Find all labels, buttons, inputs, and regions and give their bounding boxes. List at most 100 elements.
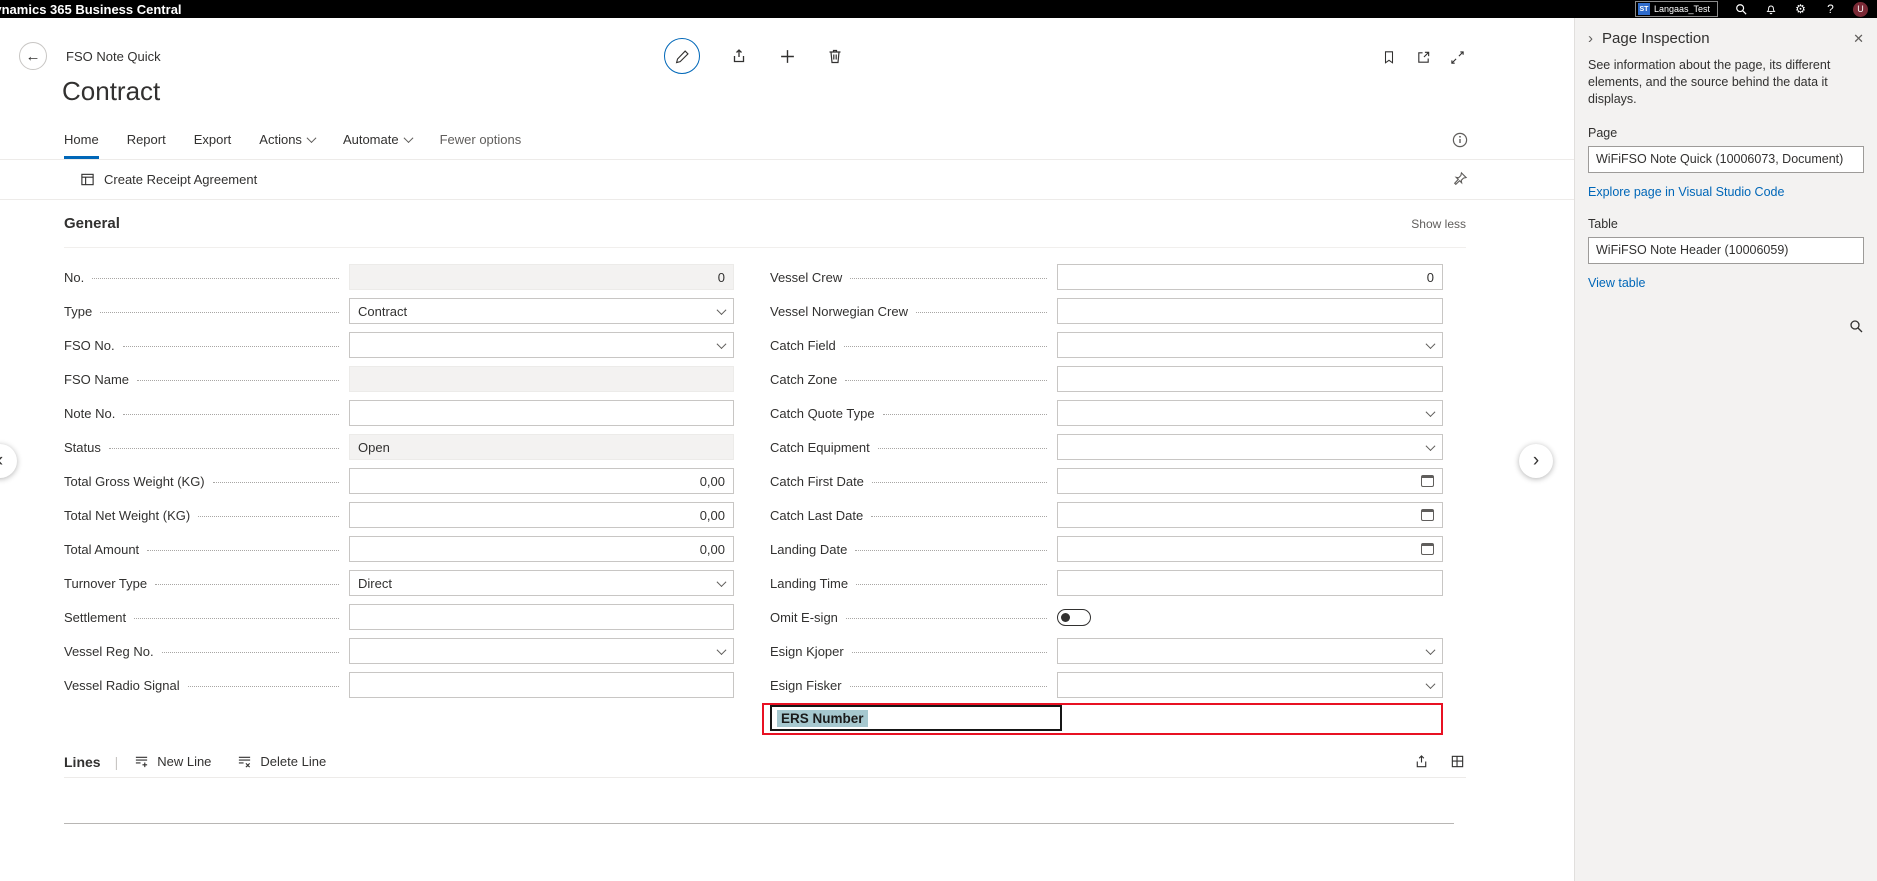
settings-gear-icon[interactable]: ⚙ <box>1793 2 1808 17</box>
chevron-down-icon[interactable] <box>717 305 727 315</box>
calendar-icon[interactable] <box>1421 475 1434 487</box>
settlement-field[interactable] <box>349 604 734 630</box>
view-table-link[interactable]: View table <box>1588 276 1864 290</box>
form-row-turnover-type: Turnover TypeDirect <box>64 566 734 600</box>
breadcrumb[interactable]: FSO Note Quick <box>66 49 161 64</box>
tab-label: Home <box>64 132 99 147</box>
page-header: ← FSO Note Quick Contract <box>0 18 1574 120</box>
tab-home[interactable]: Home <box>64 120 99 159</box>
fit-to-window-icon[interactable] <box>1448 48 1466 66</box>
open-in-excel-icon[interactable] <box>1448 753 1466 771</box>
vessel-crew-field[interactable]: 0 <box>1057 264 1443 290</box>
edit-button[interactable] <box>664 38 700 74</box>
catch-quote-type-field[interactable] <box>1057 400 1443 426</box>
share-icon[interactable] <box>730 47 748 65</box>
close-icon[interactable]: ✕ <box>1853 31 1864 47</box>
turnover-type-field[interactable]: Direct <box>349 570 734 596</box>
catch-zone-field[interactable] <box>1057 366 1443 392</box>
pin-icon[interactable] <box>1453 171 1468 191</box>
total-amount-field[interactable]: 0,00 <box>349 536 734 562</box>
note-no-field[interactable] <box>349 400 734 426</box>
help-icon[interactable]: ? <box>1823 2 1838 17</box>
tab-actions[interactable]: Actions <box>259 120 315 159</box>
catch-equipment-field[interactable] <box>1057 434 1443 460</box>
tab-fewer-options[interactable]: Fewer options <box>440 120 522 159</box>
user-avatar[interactable]: U <box>1853 2 1868 17</box>
form-row-vessel-reg-no: Vessel Reg No. <box>64 634 734 668</box>
create-receipt-agreement-label: Create Receipt Agreement <box>104 172 257 187</box>
share-icon[interactable] <box>1412 753 1430 771</box>
create-receipt-agreement-button[interactable]: Create Receipt Agreement <box>78 171 257 189</box>
top-app-bar: Dynamics 365 Business Central ST Langaas… <box>0 0 1877 18</box>
vessel-reg-no-field[interactable] <box>349 638 734 664</box>
grid-header-row <box>64 778 1454 824</box>
delete-trash-icon[interactable] <box>826 47 844 65</box>
new-document-plus-icon[interactable] <box>778 47 796 65</box>
tab-automate[interactable]: Automate <box>343 120 412 159</box>
show-less-link[interactable]: Show less <box>1411 217 1466 231</box>
vessel-radio-signal-field[interactable] <box>349 672 734 698</box>
new-line-button[interactable]: New Line <box>132 753 211 771</box>
chevron-down-icon[interactable] <box>1426 441 1436 451</box>
dotted-leader <box>188 686 339 687</box>
field-label: Total Amount <box>64 542 147 557</box>
calendar-icon[interactable] <box>1421 543 1434 555</box>
bookmark-icon[interactable] <box>1380 48 1398 66</box>
chevron-down-icon[interactable] <box>717 645 727 655</box>
field-label: Omit E-sign <box>770 610 846 625</box>
previous-record-button[interactable]: ‹ <box>0 444 17 478</box>
dotted-leader <box>850 278 1047 279</box>
notifications-bell-icon[interactable] <box>1763 2 1778 17</box>
header-right-icons <box>1380 48 1466 66</box>
landing-time-field[interactable] <box>1057 570 1443 596</box>
chevron-down-icon[interactable] <box>1426 645 1436 655</box>
tab-label: Fewer options <box>440 132 522 147</box>
form-row-no: No.0 <box>64 260 734 294</box>
dotted-leader <box>100 312 339 313</box>
open-in-new-window-icon[interactable] <box>1414 48 1432 66</box>
landing-date-field[interactable] <box>1057 536 1443 562</box>
pencil-icon <box>675 49 690 64</box>
form-row-catch-first-date: Catch First Date <box>770 464 1443 498</box>
total-gross-weight-kg-field[interactable]: 0,00 <box>349 468 734 494</box>
dotted-leader <box>883 414 1047 415</box>
search-icon[interactable] <box>1848 318 1864 334</box>
collapse-panel-chevron-icon[interactable]: › <box>1588 30 1593 47</box>
fso-no-field[interactable] <box>349 332 734 358</box>
next-record-button[interactable]: › <box>1519 444 1553 478</box>
tab-export[interactable]: Export <box>194 120 232 159</box>
omit-e-sign-toggle[interactable] <box>1057 609 1091 626</box>
esign-fisker-field[interactable] <box>1057 672 1443 698</box>
chevron-down-icon[interactable] <box>1426 407 1436 417</box>
search-icon[interactable] <box>1733 2 1748 17</box>
form-row-catch-last-date: Catch Last Date <box>770 498 1443 532</box>
esign-kjoper-field[interactable] <box>1057 638 1443 664</box>
calendar-icon[interactable] <box>1421 509 1434 521</box>
tab-label: Actions <box>259 132 302 147</box>
inspected-field-row: ERS Number <box>770 702 1443 736</box>
explore-page-link[interactable]: Explore page in Visual Studio Code <box>1588 185 1864 199</box>
delete-line-icon <box>235 753 253 771</box>
catch-field-field[interactable] <box>1057 332 1443 358</box>
chevron-down-icon[interactable] <box>1426 679 1436 689</box>
chevron-down-icon[interactable] <box>717 339 727 349</box>
chevron-down-icon <box>403 133 413 143</box>
ers-number-field[interactable]: ERS Number <box>770 705 1062 731</box>
form-row-catch-field: Catch Field <box>770 328 1443 362</box>
environment-badge[interactable]: ST Langaas_Test <box>1635 1 1718 17</box>
tab-report[interactable]: Report <box>127 120 166 159</box>
chevron-down-icon[interactable] <box>1426 339 1436 349</box>
field-label: Catch Equipment <box>770 440 878 455</box>
vessel-norwegian-crew-field[interactable] <box>1057 298 1443 324</box>
chevron-down-icon[interactable] <box>717 577 727 587</box>
panel-title: Page Inspection <box>1602 30 1710 47</box>
delete-line-button[interactable]: Delete Line <box>235 753 326 771</box>
catch-first-date-field[interactable] <box>1057 468 1443 494</box>
info-icon[interactable] <box>1452 132 1468 153</box>
type-field[interactable]: Contract <box>349 298 734 324</box>
total-net-weight-kg-field[interactable]: 0,00 <box>349 502 734 528</box>
catch-last-date-field[interactable] <box>1057 502 1443 528</box>
form-row-type: TypeContract <box>64 294 734 328</box>
back-button[interactable]: ← <box>19 42 47 70</box>
action-toolbar: Create Receipt Agreement <box>0 160 1574 200</box>
